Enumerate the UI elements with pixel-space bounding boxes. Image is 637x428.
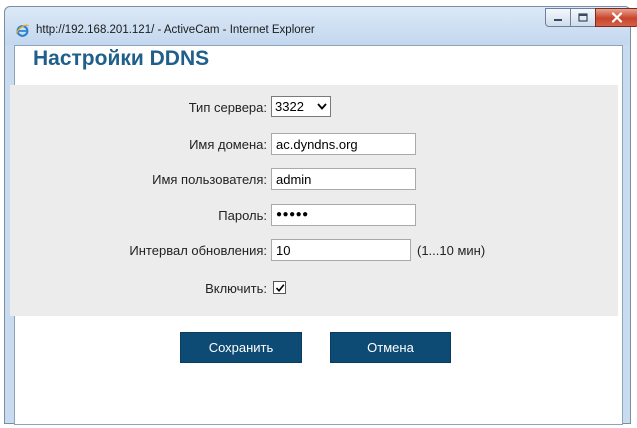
checkmark-icon	[275, 283, 284, 292]
window-title: http://192.168.201.121/ - ActiveCam - In…	[36, 24, 315, 36]
minimize-icon	[554, 18, 562, 21]
server-type-value: 3322	[275, 99, 304, 114]
domain-row: Имя домена: ac.dyndns.org	[10, 133, 618, 157]
username-input[interactable]: admin	[271, 168, 416, 190]
username-label: Имя пользователя:	[152, 172, 267, 187]
minimize-button[interactable]	[545, 8, 571, 27]
chevron-down-icon	[317, 103, 327, 110]
domain-label: Имя домена:	[189, 137, 267, 152]
cancel-button[interactable]: Отмена	[330, 332, 451, 363]
enable-label: Включить:	[205, 281, 267, 296]
username-row: Имя пользователя: admin	[10, 168, 618, 192]
interval-input[interactable]: 10	[271, 239, 411, 261]
maximize-button[interactable]	[570, 8, 596, 27]
close-button[interactable]	[595, 8, 637, 27]
server-type-label: Тип сервера:	[188, 100, 267, 115]
domain-input[interactable]: ac.dyndns.org	[271, 133, 416, 155]
maximize-icon	[578, 13, 588, 22]
ddns-form-panel: Тип сервера: 3322 Имя домена: ac.dyndns.…	[10, 85, 618, 316]
title-bar[interactable]: http://192.168.201.121/ - ActiveCam - In…	[5, 7, 637, 45]
interval-label: Интервал обновления:	[129, 243, 267, 258]
password-input[interactable]: ●●●●●	[271, 204, 416, 226]
interval-hint: (1...10 мин)	[417, 243, 486, 258]
password-label: Пароль:	[218, 208, 267, 223]
enable-checkbox[interactable]	[273, 281, 286, 294]
server-type-select[interactable]: 3322	[271, 96, 331, 117]
close-icon	[611, 12, 623, 23]
ie-icon	[15, 24, 30, 37]
save-button[interactable]: Сохранить	[180, 332, 302, 363]
password-row: Пароль: ●●●●●	[10, 204, 618, 228]
interval-row: Интервал обновления: 10 (1...10 мин)	[10, 239, 618, 263]
page-title: Настройки DDNS	[33, 47, 210, 70]
enable-row: Включить:	[10, 277, 618, 301]
server-type-row: Тип сервера: 3322	[10, 96, 618, 120]
